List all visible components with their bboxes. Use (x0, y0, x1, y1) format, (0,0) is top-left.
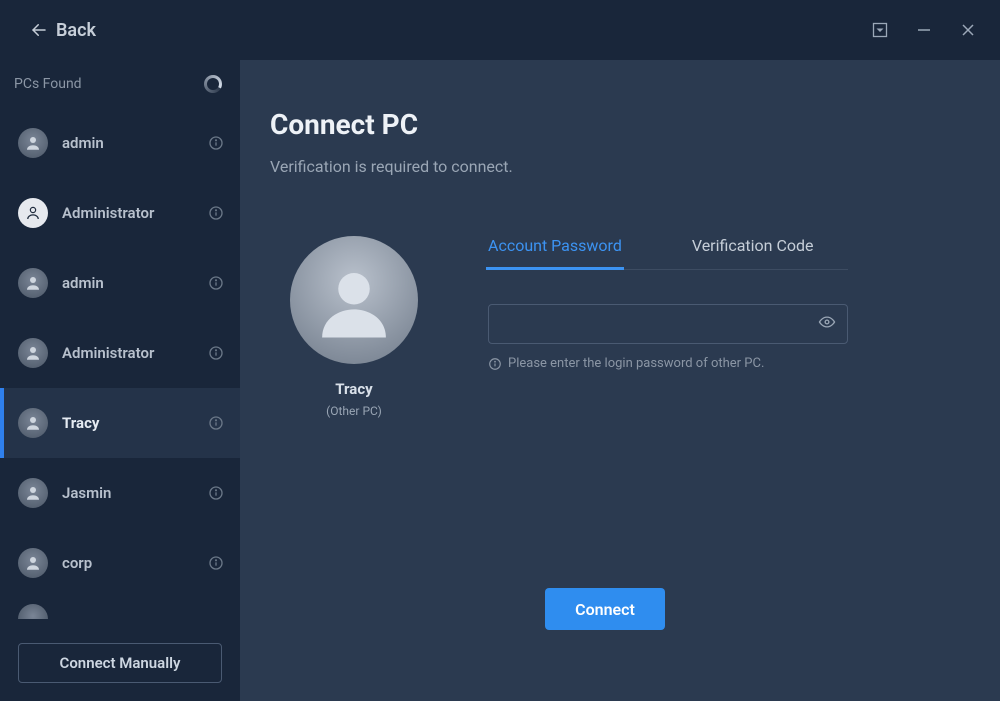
form-column: Account Password Verification Code Pleas… (488, 236, 848, 418)
tabs: Account Password Verification Code (488, 236, 848, 270)
user-avatar-icon (18, 198, 48, 228)
pc-item-label: Jasmin (62, 484, 194, 502)
pc-item-label: Administrator (62, 344, 194, 362)
sidebar-header: PCs Found (0, 60, 240, 108)
pc-item-label: admin (62, 134, 194, 152)
user-avatar-icon (18, 548, 48, 578)
sidebar-title: PCs Found (14, 76, 82, 92)
profile-name: Tracy (335, 380, 372, 398)
page-title: Connect PC (270, 108, 940, 141)
pc-item-admin-0[interactable]: admin (0, 108, 240, 178)
eye-icon[interactable] (818, 313, 836, 335)
profile-avatar-icon (290, 236, 418, 364)
info-icon[interactable] (208, 415, 224, 431)
back-button[interactable]: Back (30, 20, 96, 41)
pc-item-corp[interactable]: corp (0, 528, 240, 598)
loading-spinner-icon (204, 75, 222, 93)
tab-verification-code[interactable]: Verification Code (692, 236, 814, 269)
user-avatar-icon (18, 478, 48, 508)
pc-item-administrator-1[interactable]: Administrator (0, 178, 240, 248)
password-input-wrap (488, 304, 848, 344)
connect-button-label: Connect (575, 600, 635, 619)
minimize-button[interactable] (912, 18, 936, 42)
pc-item-administrator-3[interactable]: Administrator (0, 318, 240, 388)
info-icon[interactable] (208, 275, 224, 291)
arrow-left-icon (30, 21, 48, 39)
tab-label: Verification Code (692, 236, 814, 255)
pc-item-label: corp (62, 554, 194, 572)
pc-item-label: admin (62, 274, 194, 292)
window-controls (868, 18, 980, 42)
user-avatar-icon (18, 128, 48, 158)
profile-subtitle: (Other PC) (326, 404, 382, 418)
page-subtitle: Verification is required to connect. (270, 157, 940, 176)
info-icon[interactable] (208, 205, 224, 221)
pc-list: admin Administrator admin (0, 108, 240, 625)
user-avatar-icon (18, 268, 48, 298)
password-input[interactable] (488, 304, 848, 344)
info-icon[interactable] (208, 555, 224, 571)
pc-item-tracy[interactable]: Tracy (0, 388, 240, 458)
pc-item-partial[interactable] (18, 604, 48, 619)
password-hint: Please enter the login password of other… (488, 356, 848, 371)
content-panel: Connect PC Verification is required to c… (240, 60, 1000, 701)
sidebar: PCs Found admin Administrator (0, 60, 240, 701)
tab-label: Account Password (488, 236, 622, 255)
info-icon[interactable] (208, 345, 224, 361)
connect-manually-label: Connect Manually (60, 654, 181, 672)
titlebar: Back (0, 0, 1000, 60)
pc-item-jasmin[interactable]: Jasmin (0, 458, 240, 528)
hint-text: Please enter the login password of other… (508, 356, 764, 371)
info-icon[interactable] (208, 485, 224, 501)
pc-item-admin-2[interactable]: admin (0, 248, 240, 318)
profile-column: Tracy (Other PC) (290, 236, 418, 418)
tab-account-password[interactable]: Account Password (488, 236, 622, 269)
dropdown-button[interactable] (868, 18, 892, 42)
user-avatar-icon (18, 408, 48, 438)
user-avatar-icon (18, 338, 48, 368)
connect-manually-button[interactable]: Connect Manually (18, 643, 222, 683)
connect-button[interactable]: Connect (545, 588, 665, 630)
info-icon[interactable] (208, 135, 224, 151)
back-label: Back (56, 20, 96, 41)
close-button[interactable] (956, 18, 980, 42)
pc-item-label: Administrator (62, 204, 194, 222)
pc-item-label: Tracy (62, 414, 194, 432)
info-icon (488, 357, 502, 371)
